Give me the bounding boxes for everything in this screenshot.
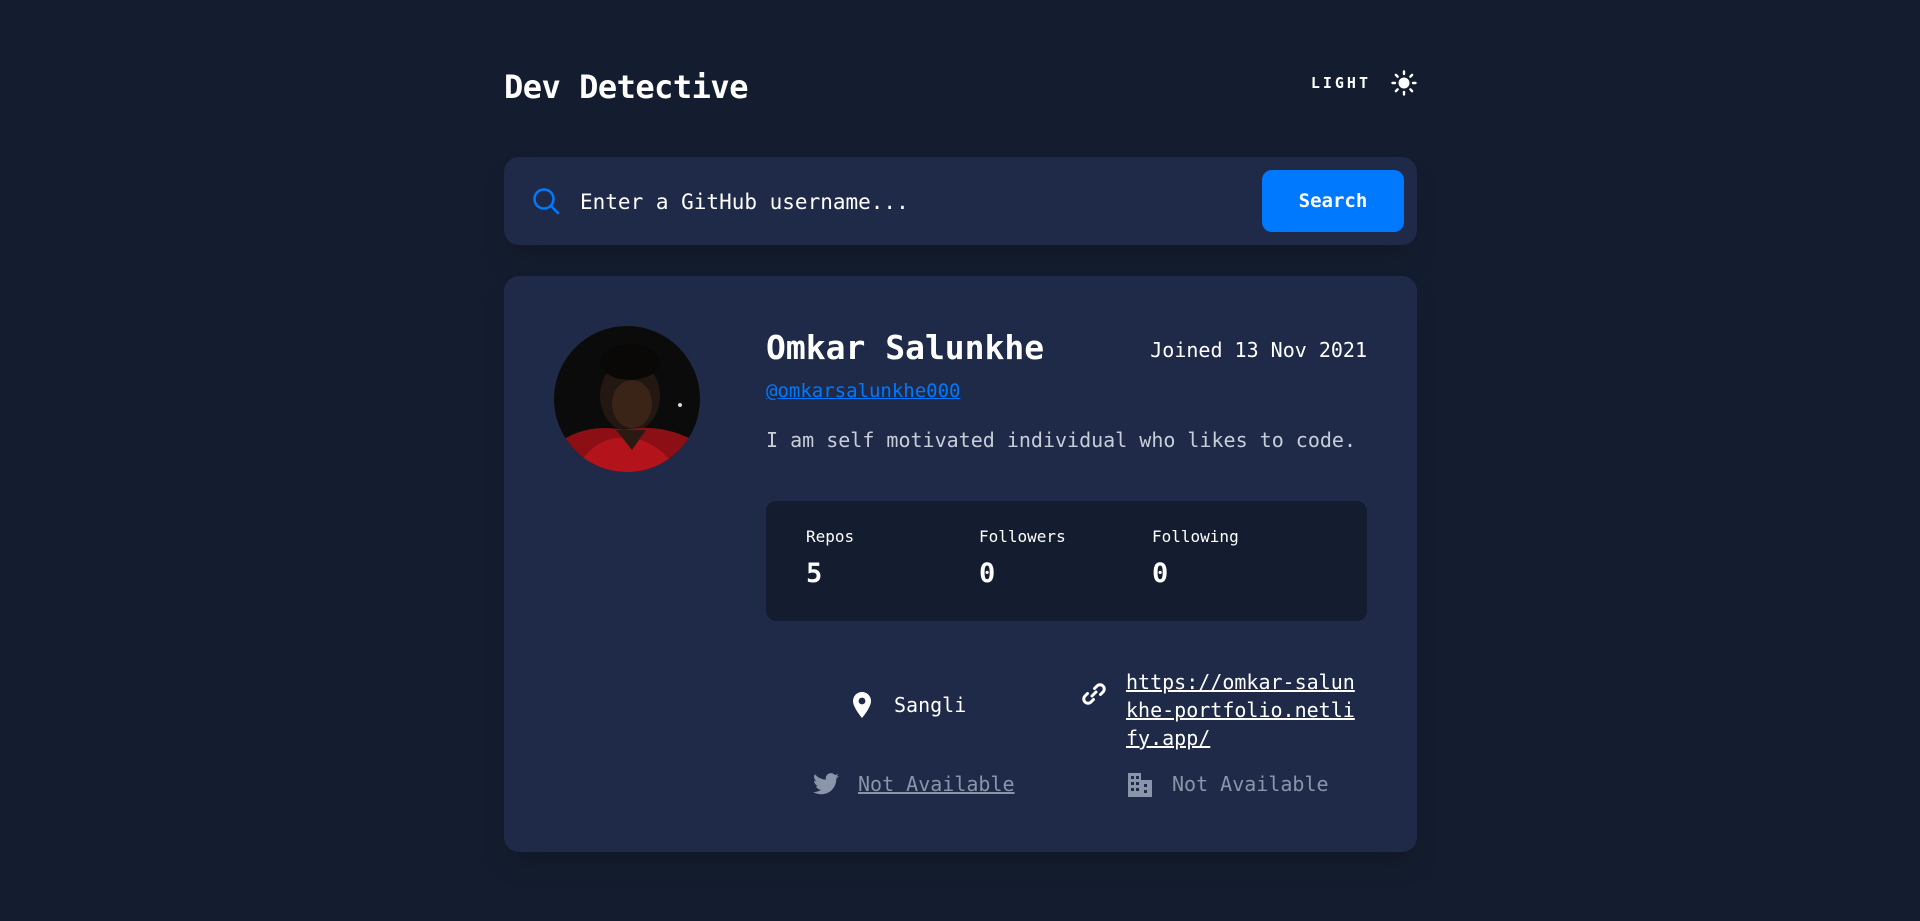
user-handle-link[interactable]: @omkarsalunkhe000 xyxy=(766,380,960,402)
header: Dev Detective LIGHT xyxy=(504,64,1417,112)
website-link[interactable]: https://omkar-salunkhe-portfolio.netlify… xyxy=(1126,668,1366,752)
profile-card: Omkar Salunkhe Joined 13 Nov 2021 @omkar… xyxy=(504,276,1417,852)
stat-repos: Repos 5 xyxy=(806,527,854,589)
avatar xyxy=(554,326,700,472)
info-twitter: Not Available xyxy=(812,770,1015,798)
user-name: Omkar Salunkhe xyxy=(766,328,1045,367)
search-icon xyxy=(532,187,560,219)
search-input[interactable] xyxy=(578,179,1222,225)
stat-following-value: 0 xyxy=(1152,558,1169,589)
info-website: https://omkar-salunkhe-portfolio.netlify… xyxy=(1080,668,1366,752)
stat-followers: Followers 0 xyxy=(979,527,1066,589)
theme-toggle[interactable]: LIGHT xyxy=(1311,70,1417,96)
stat-repos-value: 5 xyxy=(806,558,823,589)
location-text: Sangli xyxy=(894,693,967,717)
stat-followers-value: 0 xyxy=(979,558,996,589)
search-bar: Search xyxy=(504,157,1417,245)
stat-followers-label: Followers xyxy=(979,527,1066,546)
link-icon xyxy=(1080,680,1108,708)
joined-date: Joined 13 Nov 2021 xyxy=(1150,338,1367,362)
sun-icon[interactable] xyxy=(1391,70,1417,96)
twitter-text[interactable]: Not Available xyxy=(858,770,1015,798)
stat-following-label: Following xyxy=(1152,527,1239,546)
user-bio: I am self motivated individual who likes… xyxy=(766,428,1357,452)
twitter-icon xyxy=(812,770,840,798)
info-company: Not Available xyxy=(1126,770,1329,798)
app-title: Dev Detective xyxy=(504,68,748,106)
search-button[interactable]: Search xyxy=(1262,170,1404,232)
stats-box: Repos 5 Followers 0 Following 0 xyxy=(766,501,1367,621)
stat-repos-label: Repos xyxy=(806,527,855,546)
company-building-icon xyxy=(1126,770,1154,798)
location-pin-icon xyxy=(848,691,876,719)
info-location: Sangli xyxy=(848,691,966,719)
theme-toggle-label[interactable]: LIGHT xyxy=(1311,74,1371,92)
stat-following: Following 0 xyxy=(1152,527,1239,589)
company-text: Not Available xyxy=(1172,772,1329,796)
